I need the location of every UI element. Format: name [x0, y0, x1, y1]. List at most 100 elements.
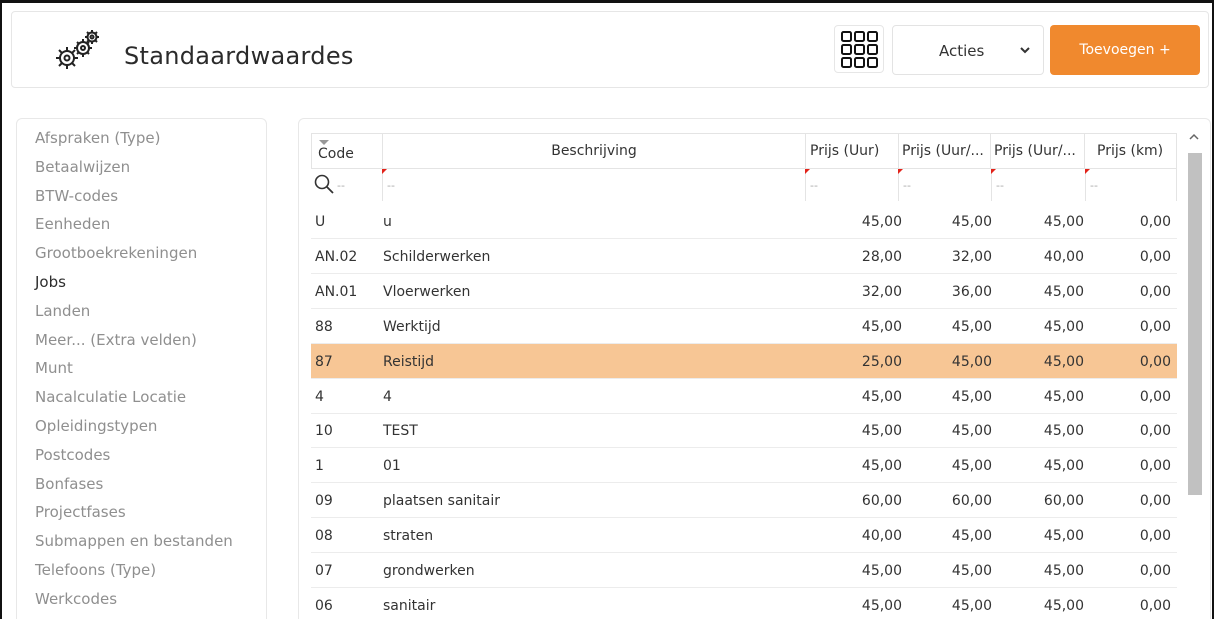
actions-label: Acties: [939, 42, 985, 60]
page-header: Standaardwaardes Acties Toevoegen +: [11, 11, 1209, 88]
cell-p2: 45,00: [951, 528, 992, 545]
page-title: Standaardwaardes: [124, 42, 354, 70]
cell-p2: 45,00: [951, 318, 992, 335]
cell-p2: 45,00: [951, 214, 992, 230]
table-row[interactable]: 10 TEST 45,00 45,00 45,00 0,00: [311, 413, 1177, 449]
scrollbar-thumb[interactable]: [1188, 153, 1202, 495]
table-row[interactable]: 87 Reistijd 25,00 45,00 45,00 0,00: [311, 343, 1177, 379]
filter-price-hour-2[interactable]: --: [898, 169, 991, 201]
cell-p2: 60,00: [951, 493, 992, 510]
cell-p2: 45,00: [951, 388, 992, 405]
cell-p3: 45,00: [1043, 388, 1084, 405]
filter-code[interactable]: --: [311, 169, 382, 201]
sidebar: Afspraken (Type) Betaalwijzen BTW-codes Een…: [16, 118, 267, 619]
table-row[interactable]: 88 Werktijd 45,00 45,00 45,00 0,00: [311, 309, 1177, 344]
cell-p1: 45,00: [861, 563, 902, 579]
cell-p1: 45,00: [861, 318, 902, 335]
table-row[interactable]: 08 straten 40,00 45,00 45,00 0,00: [311, 518, 1177, 554]
grid-icon: [841, 31, 878, 68]
vertical-scrollbar[interactable]: [1185, 131, 1203, 619]
column-header-code[interactable]: Code: [311, 133, 383, 169]
sidebar-item[interactable]: Betaalwijzen: [35, 158, 130, 176]
add-button[interactable]: Toevoegen +: [1050, 25, 1200, 75]
filter-marker: [805, 169, 810, 174]
table-row[interactable]: 1 01 45,00 45,00 45,00 0,00: [311, 448, 1177, 484]
cell-desc: Werktijd: [383, 318, 441, 335]
scroll-up-icon[interactable]: [1189, 133, 1199, 141]
table-row[interactable]: 09 plaatsen sanitair 60,00 60,00 60,00 0,00: [311, 483, 1177, 519]
cell-km: 0,00: [1139, 597, 1171, 614]
actions-dropdown[interactable]: Acties: [892, 25, 1044, 75]
table-row[interactable]: 4 4 45,00 45,00 45,00 0,00: [311, 379, 1177, 414]
cell-km: 0,00: [1139, 493, 1171, 510]
sidebar-item[interactable]: Bonfases: [35, 475, 103, 493]
sidebar-item[interactable]: Afspraken (Type): [35, 129, 161, 147]
cell-desc: 01: [383, 458, 401, 475]
column-header-description[interactable]: Beschrijving: [382, 133, 806, 169]
column-header-price-hour[interactable]: Prijs (Uur): [805, 133, 899, 169]
sidebar-item[interactable]: Opleidingstypen: [35, 417, 157, 435]
filter-marker: [382, 169, 387, 174]
sidebar-item[interactable]: Landen: [35, 302, 90, 320]
sidebar-item[interactable]: Submappen en bestanden: [35, 532, 233, 550]
column-header-price-hour-2[interactable]: Prijs (Uur/...: [898, 133, 991, 169]
filter-marker: [1085, 169, 1090, 174]
cell-code: 87: [315, 353, 333, 370]
cell-p3: 40,00: [1043, 248, 1084, 265]
cell-km: 0,00: [1139, 423, 1171, 440]
cell-desc: grondwerken: [383, 563, 475, 579]
cell-desc: Schilderwerken: [383, 248, 491, 265]
filter-price-hour[interactable]: --: [805, 169, 898, 201]
cell-p3: 45,00: [1043, 318, 1084, 335]
cell-p2: 45,00: [951, 597, 992, 614]
cell-p3: 45,00: [1043, 597, 1084, 614]
table-row[interactable]: Uu 45,00 45,00 45,00 0,00: [311, 204, 1177, 239]
sidebar-item[interactable]: Grootboekrekeningen: [35, 244, 197, 262]
cell-code: U: [315, 214, 326, 230]
cell-p2: 45,00: [951, 353, 992, 370]
cell-p1: 45,00: [861, 214, 902, 230]
cell-p2: 36,00: [951, 283, 992, 300]
cell-p1: 25,00: [861, 353, 902, 370]
table-row[interactable]: AN.01 Vloerwerken 32,00 36,00 45,00 0,00: [311, 274, 1177, 309]
cell-km: 0,00: [1139, 318, 1171, 335]
filter-row: -- -- -- -- -- --: [311, 169, 1177, 201]
column-header-price-km[interactable]: Prijs (km): [1084, 133, 1177, 169]
sidebar-item[interactable]: Nacalculatie Locatie: [35, 388, 186, 406]
sort-indicator-icon: [319, 140, 329, 145]
sidebar-item[interactable]: Telefoons (Type): [35, 561, 156, 579]
cell-desc: 4: [383, 388, 392, 405]
cell-desc: sanitair: [383, 597, 436, 614]
sidebar-item[interactable]: Munt: [35, 359, 73, 377]
table-row[interactable]: AN.02 Schilderwerken 28,00 32,00 40,00 0,00: [311, 239, 1177, 274]
cell-code: 06: [315, 597, 333, 614]
sidebar-item[interactable]: Eenheden: [35, 215, 110, 233]
sidebar-item[interactable]: BTW-codes: [35, 187, 118, 205]
cell-p3: 45,00: [1043, 283, 1084, 300]
cell-code: 4: [315, 388, 324, 405]
cell-p3: 45,00: [1043, 423, 1084, 440]
cell-km: 0,00: [1139, 563, 1171, 579]
cell-p1: 45,00: [861, 423, 902, 440]
cell-p1: 32,00: [861, 283, 902, 300]
apps-grid-button[interactable]: [834, 25, 884, 73]
filter-marker: [898, 169, 903, 174]
cell-code: 07: [315, 563, 333, 579]
filter-price-km[interactable]: --: [1085, 169, 1177, 201]
cell-p3: 45,00: [1043, 563, 1084, 579]
sidebar-item[interactable]: Projectfases: [35, 503, 126, 521]
filter-description[interactable]: --: [382, 169, 806, 201]
filter-price-hour-3[interactable]: --: [991, 169, 1085, 201]
cell-code: AN.01: [315, 283, 358, 300]
sidebar-item[interactable]: Werkcodes: [35, 590, 117, 608]
data-table-panel: Code Beschrijving Prijs (Uur) Prijs (Uur…: [298, 118, 1211, 619]
table-row[interactable]: 07 grondwerken 45,00 45,00 45,00 0,00: [311, 553, 1177, 588]
cell-desc: straten: [383, 528, 434, 545]
cell-code: 08: [315, 528, 333, 545]
column-header-price-hour-3[interactable]: Prijs (Uur/...: [990, 133, 1085, 169]
sidebar-item[interactable]: Jobs: [35, 273, 66, 291]
gear-icon: [56, 30, 99, 69]
table-row[interactable]: 06 sanitair 45,00 45,00 45,00 0,00: [311, 588, 1177, 619]
sidebar-item[interactable]: Meer... (Extra velden): [35, 331, 197, 349]
sidebar-item[interactable]: Postcodes: [35, 446, 110, 464]
